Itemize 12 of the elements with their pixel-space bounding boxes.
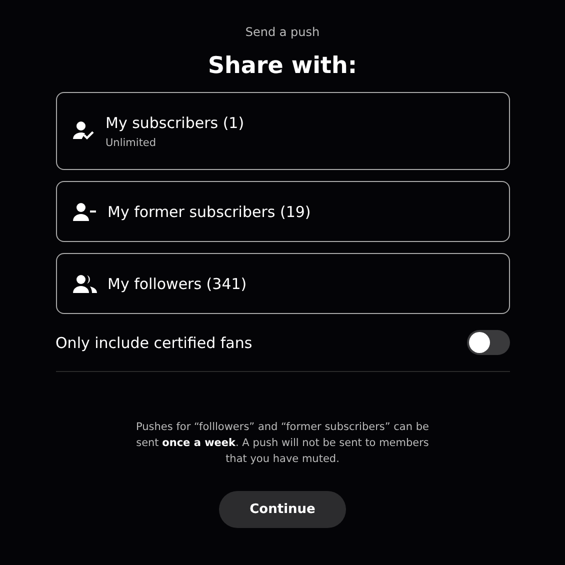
screen-subtitle: Send a push: [245, 25, 320, 39]
audience-option[interactable]: My subscribers (1) Unlimited: [56, 92, 510, 170]
toggle-label: Only include certified fans: [56, 334, 252, 352]
continue-button[interactable]: Continue: [219, 491, 346, 528]
screen-title: Share with:: [208, 53, 358, 79]
users-icon: [72, 274, 96, 292]
audience-option[interactable]: My former subscribers (19): [56, 181, 510, 242]
audience-option[interactable]: My followers (341): [56, 253, 510, 314]
user-check-icon: [72, 121, 94, 141]
toggle-switch[interactable]: [466, 330, 510, 355]
user-minus-icon: [72, 202, 96, 220]
info-note: Pushes for “folllowers” and “former subscribers” can be sent once a week. A push will not be sent to members that you have muted.: [135, 420, 430, 467]
